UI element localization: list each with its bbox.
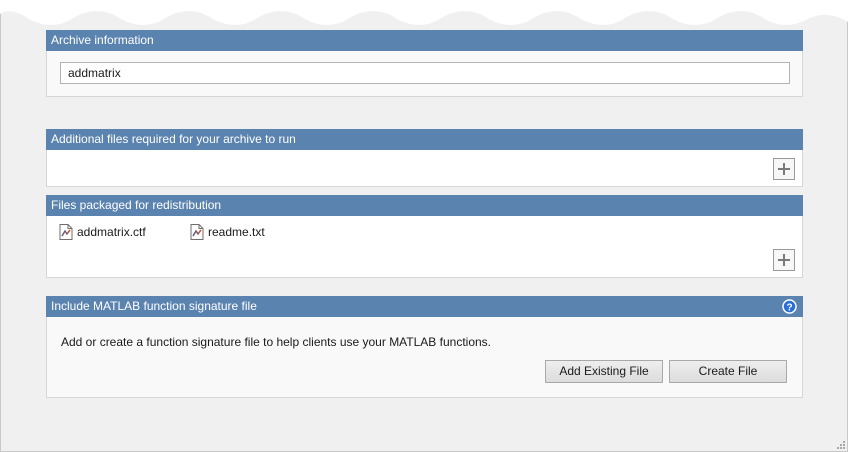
additional-files-panel: Additional files required for your archi…: [46, 129, 803, 187]
add-packaged-file-button[interactable]: [773, 249, 795, 271]
signature-file-header-label: Include MATLAB function signature file: [51, 299, 257, 313]
files-packaged-header: Files packaged for redistribution: [46, 195, 803, 216]
plus-icon: [778, 163, 790, 175]
additional-files-header: Additional files required for your archi…: [46, 129, 803, 150]
packaged-file-name: readme.txt: [208, 225, 265, 239]
files-packaged-panel: Files packaged for redistribution addmat…: [46, 195, 803, 278]
plus-icon: [778, 254, 790, 266]
archive-name-input[interactable]: [60, 62, 790, 84]
resize-grip-icon[interactable]: [836, 440, 846, 450]
help-icon[interactable]: ?: [782, 299, 797, 314]
archive-information-header: Archive information: [46, 30, 803, 51]
signature-file-panel: Include MATLAB function signature file ?…: [46, 296, 803, 398]
create-file-button[interactable]: Create File: [669, 360, 787, 383]
signature-file-body: Add or create a function signature file …: [47, 317, 802, 397]
file-icon: [190, 224, 204, 240]
archive-information-body: [47, 51, 802, 96]
signature-description: Add or create a function signature file …: [61, 335, 492, 349]
torn-edge-decoration: [0, 0, 848, 25]
file-icon: [59, 224, 73, 240]
add-additional-file-button[interactable]: [773, 158, 795, 180]
signature-file-header: Include MATLAB function signature file ?: [46, 296, 803, 317]
packaged-file-name: addmatrix.ctf: [77, 225, 146, 239]
archive-information-panel: Archive information: [46, 30, 803, 97]
additional-files-body: [47, 150, 802, 186]
svg-text:?: ?: [786, 302, 792, 313]
files-packaged-body: addmatrix.ctf readme.txt: [47, 216, 802, 277]
add-existing-file-button[interactable]: Add Existing File: [545, 360, 663, 383]
